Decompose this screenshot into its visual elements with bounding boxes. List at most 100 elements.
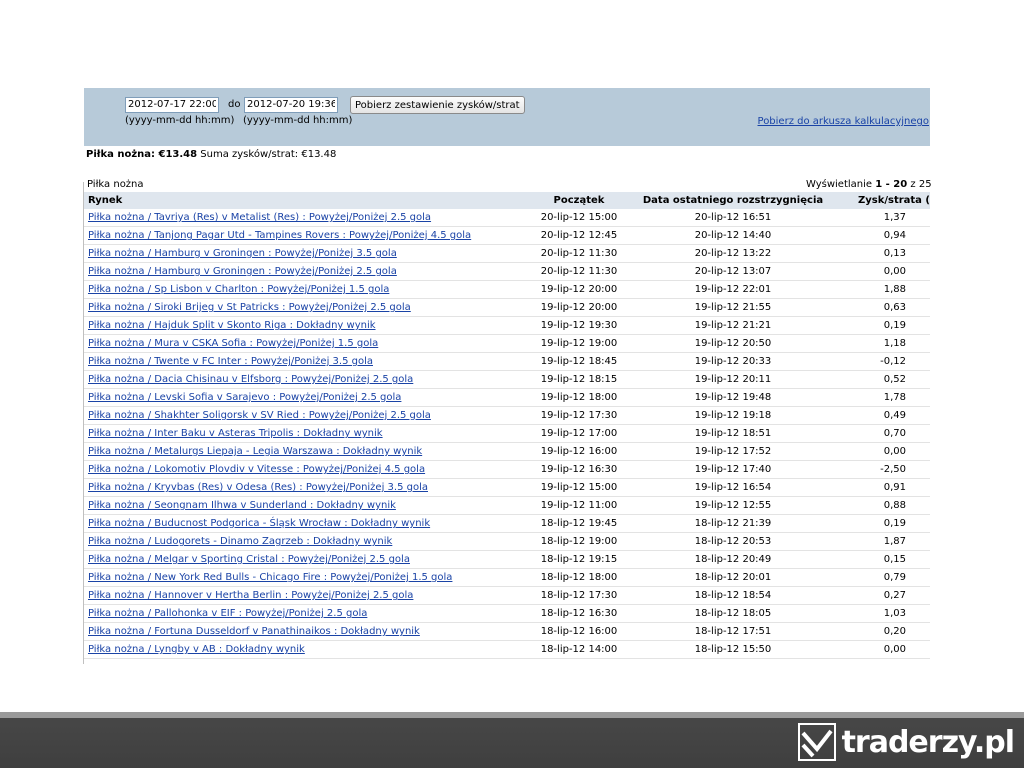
- table-row: Piłka nożna / Tavriya (Res) v Metalist (…: [84, 209, 930, 227]
- table-row: Piłka nożna / Shakhter Soligorsk v SV Ri…: [84, 406, 930, 425]
- start-cell: 19-lip-12 17:30: [521, 406, 637, 425]
- column-header-settled[interactable]: Data ostatniego rozstrzygnięcia: [637, 192, 829, 209]
- market-link[interactable]: Piłka nożna / Twente v FC Inter : Powyże…: [88, 356, 373, 367]
- brand-name: traderzy.pl: [841, 724, 1015, 760]
- profit-cell: 0,63: [829, 298, 930, 317]
- market-cell: Piłka nożna / Mura v CSKA Sofia : Powyże…: [84, 334, 521, 353]
- start-cell: 20-lip-12 15:00: [521, 209, 637, 227]
- filter-panel: do (yyyy-mm-dd hh:mm) (yyyy-mm-dd hh:mm)…: [84, 88, 930, 146]
- download-spreadsheet-link[interactable]: Pobierz do arkusza kalkulacyjnego: [758, 116, 929, 127]
- market-link[interactable]: Piłka nożna / Hamburg v Groningen : Powy…: [88, 266, 397, 277]
- settled-cell: 19-lip-12 17:40: [637, 460, 829, 479]
- start-cell: 19-lip-12 18:45: [521, 352, 637, 371]
- market-link[interactable]: Piłka nożna / Hajduk Split v Skonto Riga…: [88, 320, 376, 331]
- start-cell: 19-lip-12 11:00: [521, 496, 637, 515]
- column-header-market[interactable]: Rynek: [84, 192, 521, 209]
- date-to-format-hint: (yyyy-mm-dd hh:mm): [243, 115, 353, 126]
- footer-bar: traderzy.pl: [0, 712, 1024, 768]
- profit-cell: 1,88: [829, 280, 930, 299]
- start-cell: 18-lip-12 17:30: [521, 586, 637, 605]
- profit-cell: -0,12: [829, 352, 930, 371]
- settled-cell: 18-lip-12 18:05: [637, 604, 829, 623]
- market-link[interactable]: Piłka nożna / Mura v CSKA Sofia : Powyże…: [88, 338, 378, 349]
- paging-info: Wyświetlanie 1 - 20 z 25: [806, 179, 932, 190]
- profit-cell: -2,50: [829, 460, 930, 479]
- settled-cell: 19-lip-12 19:18: [637, 406, 829, 425]
- start-cell: 19-lip-12 16:30: [521, 460, 637, 479]
- table-row: Piłka nożna / Siroki Brijeg v St Patrick…: [84, 298, 930, 317]
- start-cell: 19-lip-12 20:00: [521, 280, 637, 299]
- table-body: Piłka nożna / Tavriya (Res) v Metalist (…: [84, 209, 930, 659]
- date-from-input[interactable]: [125, 97, 219, 113]
- market-cell: Piłka nożna / Hamburg v Groningen : Powy…: [84, 262, 521, 281]
- date-to-input[interactable]: [244, 97, 338, 113]
- date-from-format-hint: (yyyy-mm-dd hh:mm): [125, 115, 235, 126]
- market-link[interactable]: Piłka nożna / Levski Sofia v Sarajevo : …: [88, 392, 401, 403]
- start-cell: 19-lip-12 15:00: [521, 478, 637, 497]
- paging-suffix: z 25: [910, 179, 932, 190]
- profit-cell: 1,37: [829, 209, 930, 227]
- market-cell: Piłka nożna / Ludogorets - Dinamo Zagrze…: [84, 532, 521, 551]
- market-link[interactable]: Piłka nożna / Lokomotiv Plovdiv v Vitess…: [88, 464, 425, 475]
- table-row: Piłka nożna / Sp Lisbon v Charlton : Pow…: [84, 280, 930, 299]
- paging-range: 1 - 20: [875, 179, 908, 190]
- profit-cell: 0,94: [829, 226, 930, 245]
- table-row: Piłka nożna / Hamburg v Groningen : Powy…: [84, 244, 930, 263]
- start-cell: 19-lip-12 17:00: [521, 424, 637, 443]
- start-cell: 19-lip-12 18:15: [521, 370, 637, 389]
- settled-cell: 19-lip-12 20:50: [637, 334, 829, 353]
- market-link[interactable]: Piłka nożna / Melgar v Sporting Cristal …: [88, 554, 410, 565]
- market-cell: Piłka nożna / Shakhter Soligorsk v SV Ri…: [84, 406, 521, 425]
- market-link[interactable]: Piłka nożna / Tanjong Pagar Utd - Tampin…: [88, 230, 471, 241]
- start-cell: 19-lip-12 16:00: [521, 442, 637, 461]
- profit-cell: 0,52: [829, 370, 930, 389]
- market-link[interactable]: Piłka nożna / Tavriya (Res) v Metalist (…: [88, 212, 431, 223]
- market-link[interactable]: Piłka nożna / Sp Lisbon v Charlton : Pow…: [88, 284, 389, 295]
- profit-cell: 0,91: [829, 478, 930, 497]
- market-link[interactable]: Piłka nożna / Hannover v Hertha Berlin :…: [88, 590, 413, 601]
- table-row: Piłka nożna / Melgar v Sporting Cristal …: [84, 550, 930, 569]
- settled-cell: 18-lip-12 20:01: [637, 568, 829, 587]
- market-cell: Piłka nożna / Buducnost Podgorica - Śląs…: [84, 514, 521, 533]
- market-link[interactable]: Piłka nożna / Seongnam Ilhwa v Sunderlan…: [88, 500, 396, 511]
- market-cell: Piłka nożna / Lyngby v AB : Dokładny wyn…: [84, 640, 521, 659]
- market-link[interactable]: Piłka nożna / Metalurgs Liepaja - Legia …: [88, 446, 422, 457]
- market-link[interactable]: Piłka nożna / Fortuna Dusseldorf v Panat…: [88, 626, 420, 637]
- settled-cell: 20-lip-12 16:51: [637, 209, 829, 227]
- market-cell: Piłka nożna / Levski Sofia v Sarajevo : …: [84, 388, 521, 407]
- market-link[interactable]: Piłka nożna / Ludogorets - Dinamo Zagrze…: [88, 536, 392, 547]
- start-cell: 18-lip-12 14:00: [521, 640, 637, 659]
- profit-summary: Piłka nożna: €13.48 Suma zysków/strat: €…: [86, 149, 336, 160]
- brand-logo: traderzy.pl: [797, 720, 1015, 764]
- market-link[interactable]: Piłka nożna / Hamburg v Groningen : Powy…: [88, 248, 397, 259]
- market-link[interactable]: Piłka nożna / Inter Baku v Asteras Tripo…: [88, 428, 383, 439]
- market-cell: Piłka nożna / Hajduk Split v Skonto Riga…: [84, 316, 521, 335]
- table-row: Piłka nożna / Mura v CSKA Sofia : Powyże…: [84, 334, 930, 353]
- paging-prefix: Wyświetlanie: [806, 179, 873, 190]
- column-header-profit[interactable]: Zysk/strata (: [829, 192, 930, 209]
- profit-cell: 0,88: [829, 496, 930, 515]
- sum-label: Suma zysków/strat:: [200, 149, 299, 160]
- market-link[interactable]: Piłka nożna / Shakhter Soligorsk v SV Ri…: [88, 410, 431, 421]
- market-link[interactable]: Piłka nożna / Pallohonka v EIF : Powyżej…: [88, 608, 367, 619]
- market-link[interactable]: Piłka nożna / Siroki Brijeg v St Patrick…: [88, 302, 411, 313]
- get-report-button[interactable]: Pobierz zestawienie zysków/strat: [350, 96, 525, 114]
- start-cell: 19-lip-12 18:00: [521, 388, 637, 407]
- table-row: Piłka nożna / Levski Sofia v Sarajevo : …: [84, 388, 930, 407]
- market-link[interactable]: Piłka nożna / Buducnost Podgorica - Śląs…: [88, 518, 430, 529]
- market-link[interactable]: Piłka nożna / Kryvbas (Res) v Odesa (Res…: [88, 482, 428, 493]
- profit-cell: 0,79: [829, 568, 930, 587]
- market-cell: Piłka nożna / Melgar v Sporting Cristal …: [84, 550, 521, 569]
- market-link[interactable]: Piłka nożna / Dacia Chisinau v Elfsborg …: [88, 374, 413, 385]
- settled-cell: 19-lip-12 18:51: [637, 424, 829, 443]
- market-link[interactable]: Piłka nożna / New York Red Bulls - Chica…: [88, 572, 452, 583]
- market-cell: Piłka nożna / New York Red Bulls - Chica…: [84, 568, 521, 587]
- results-table: Rynek Początek Data ostatniego rozstrzyg…: [84, 192, 930, 659]
- column-header-start[interactable]: Początek: [521, 192, 637, 209]
- profit-cell: 0,15: [829, 550, 930, 569]
- settled-cell: 20-lip-12 13:22: [637, 244, 829, 263]
- start-cell: 19-lip-12 20:00: [521, 298, 637, 317]
- market-link[interactable]: Piłka nożna / Lyngby v AB : Dokładny wyn…: [88, 644, 305, 655]
- settled-cell: 19-lip-12 21:55: [637, 298, 829, 317]
- profit-cell: 1,87: [829, 532, 930, 551]
